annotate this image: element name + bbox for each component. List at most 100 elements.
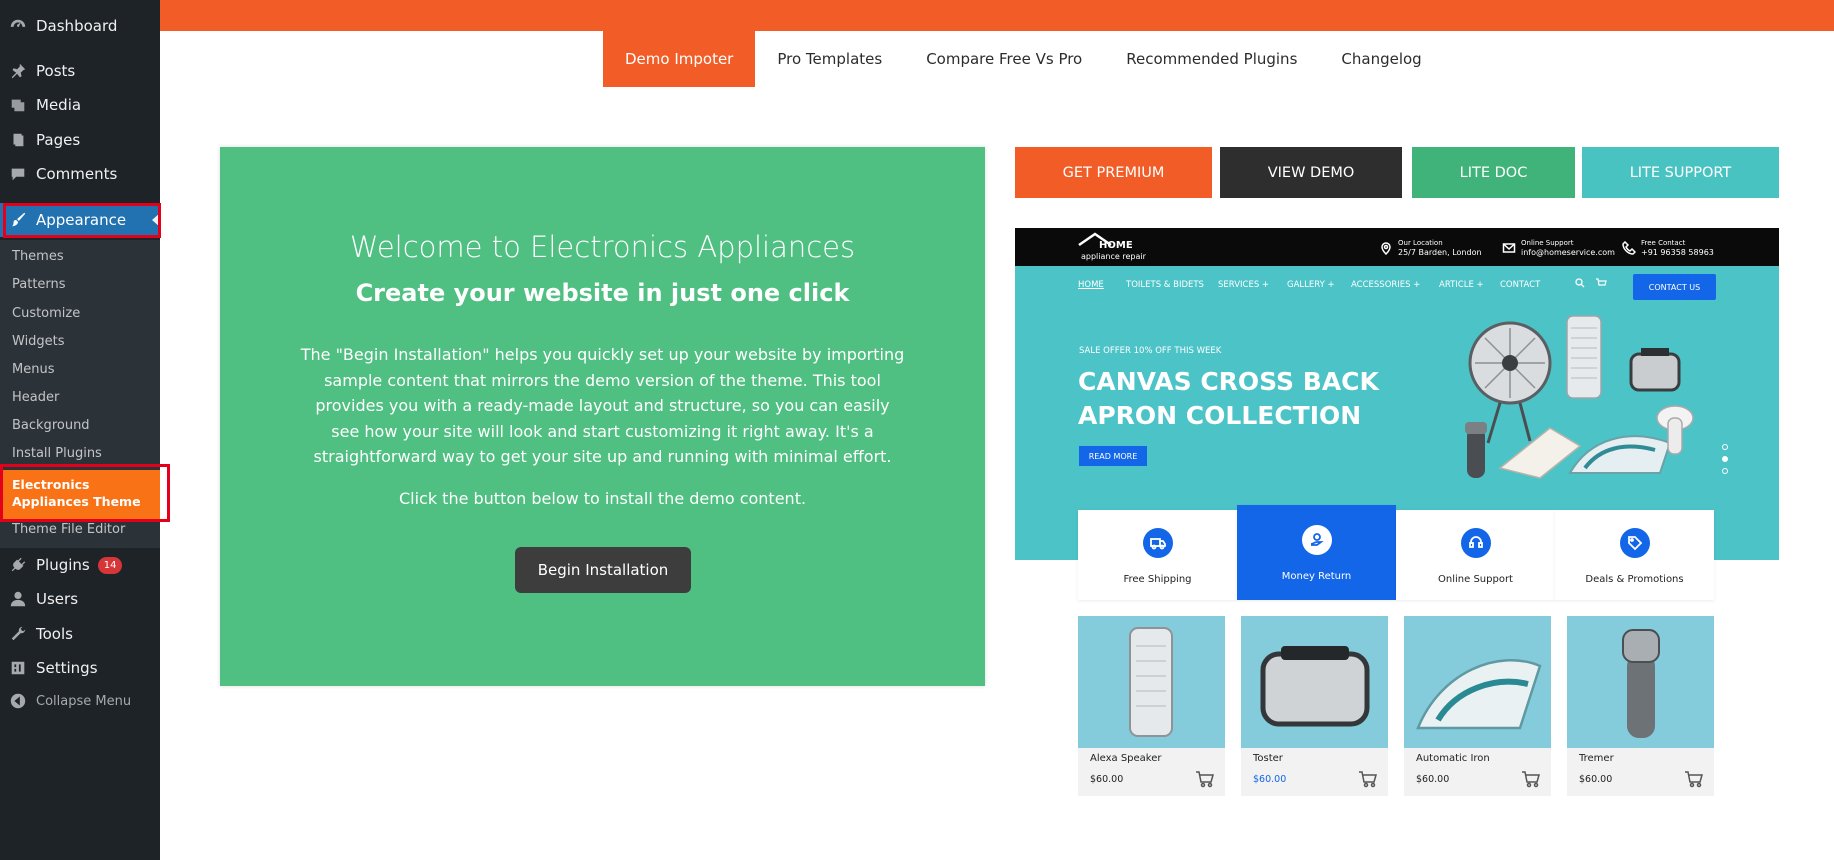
preview-search-icon [1575,278,1585,291]
users-icon [8,589,28,609]
submenu-theme-file-editor[interactable]: Theme File Editor [12,522,125,537]
app-root: Dashboard Posts Media Pages Comments App… [0,0,1834,860]
submenu-menus[interactable]: Menus [12,362,54,377]
submenu-background[interactable]: Background [12,418,90,433]
preview-logo-word: HOME [1099,240,1133,251]
preview-nav-services: SERVICES + [1218,280,1270,290]
get-premium-button[interactable]: GET PREMIUM [1015,147,1212,198]
tab-recommended-plugins[interactable]: Recommended Plugins [1104,31,1319,87]
admin-sidebar: Dashboard Posts Media Pages Comments App… [0,0,160,860]
preview-free-contact: Free Contact +91 96358 58963 [1622,238,1714,258]
menu-settings[interactable]: Settings [0,651,160,685]
begin-installation-button[interactable]: Begin Installation [515,547,691,593]
preview-online-support: Online Support info@homeservice.com [1502,238,1615,258]
product-name: Tremer [1579,753,1614,764]
deals-icon [1619,528,1650,558]
preview-cart-icon [1595,278,1607,291]
preview-logo: HOME appliance repair [1077,231,1147,263]
comment-icon [8,164,28,184]
feature-money-return: Money Return [1237,505,1396,600]
product-card: Alexa Speaker $60.00 [1078,616,1225,796]
plugins-update-badge: 14 [97,556,123,574]
slider-dot-1 [1722,444,1728,450]
submenu-install-plugins[interactable]: Install Plugins [12,446,102,461]
preview-nav-home: HOME [1078,280,1104,290]
menu-tools-label: Tools [36,625,73,643]
plugin-icon [8,555,28,575]
dashboard-icon [8,16,28,36]
panel-description: The "Begin Installation" helps you quick… [300,345,905,466]
menu-media-label: Media [36,96,82,114]
menu-posts[interactable]: Posts [0,54,160,88]
preview-logo-sub: appliance repair [1081,252,1146,261]
menu-plugins[interactable]: Plugins 14 [0,548,160,582]
submenu-themes[interactable]: Themes [12,249,64,264]
product-price: $60.00 [1253,774,1287,785]
product-price: $60.00 [1579,774,1613,785]
preview-nav-article: ARTICLE + [1439,280,1484,290]
view-demo-button[interactable]: VIEW DEMO [1220,147,1402,198]
truck-icon [1142,528,1173,558]
lite-doc-button[interactable]: LITE DOC [1412,147,1575,198]
collapse-icon [8,691,28,711]
preview-slider-dots [1722,444,1728,480]
shaver-illustration [1465,422,1487,478]
menu-users[interactable]: Users [0,582,160,616]
lite-support-button[interactable]: LITE SUPPORT [1582,147,1779,198]
submenu-header[interactable]: Header [12,390,59,405]
collapse-menu-label: Collapse Menu [36,693,132,709]
panel-subtitle: Create your website in just one click [355,279,850,307]
feature-free-shipping-label: Free Shipping [1123,574,1192,585]
add-to-cart-icon [1521,770,1541,788]
pages-icon [8,130,28,150]
panel-welcome-heading: Welcome to Electronics Appliances [349,230,856,264]
preview-appliances-illustration [1465,315,1694,479]
menu-media[interactable]: Media [0,88,160,122]
tab-compare-free-vs-pro[interactable]: Compare Free Vs Pro [904,31,1104,87]
submenu-widgets[interactable]: Widgets [12,334,65,349]
menu-settings-label: Settings [36,659,98,677]
menu-pages-label: Pages [36,131,81,149]
slider-dot-3 [1722,468,1728,474]
menu-tools[interactable]: Tools [0,617,160,651]
tab-pro-templates[interactable]: Pro Templates [755,31,904,87]
product-name: Automatic Iron [1416,753,1490,764]
collapse-menu-button[interactable]: Collapse Menu [0,684,160,718]
menu-dashboard[interactable]: Dashboard [0,9,160,43]
demo-import-panel: Welcome to Electronics Appliances Create… [220,147,985,686]
menu-pages[interactable]: Pages [0,123,160,157]
menu-comments-label: Comments [36,165,118,183]
preview-location: Our Location 25/7 Barden, London [1379,238,1482,258]
highlight-box-appearance [3,203,161,238]
product-card: Automatic Iron $60.00 [1404,616,1551,796]
tab-demo-importer[interactable]: Demo Impoter [603,31,756,87]
media-icon [8,95,28,115]
preview-nav-gallery: GALLERY + [1287,280,1335,290]
product-price: $60.00 [1090,774,1124,785]
speaker-illustration [1566,315,1602,399]
tab-changelog[interactable]: Changelog [1319,31,1443,87]
product-image-toaster [1241,616,1388,748]
preview-nav-toilets: TOILETS & BIDETS [1126,280,1204,290]
submenu-customize[interactable]: Customize [12,306,80,321]
toaster-illustration [1629,348,1681,392]
product-card: Tremer $60.00 [1567,616,1714,796]
preview-nav-contact: CONTACT [1500,280,1541,290]
product-image-speaker [1078,616,1225,748]
product-card: Toster $60.00 [1241,616,1388,796]
highlight-box-theme-page [0,464,170,522]
phone-icon [1622,240,1637,255]
envelope-icon [1502,241,1516,255]
settings-icon [8,658,28,678]
submenu-patterns[interactable]: Patterns [12,277,66,292]
preview-contact-us-button: CONTACT US [1633,274,1716,300]
feature-free-shipping: Free Shipping [1078,510,1237,600]
panel-note: Click the button below to install the de… [398,489,807,508]
feature-online-support-label: Online Support [1438,574,1513,585]
preview-top-bar: HOME appliance repair Our Location 25/7 B… [1015,228,1779,266]
preview-hero-title: CANVAS CROSS BACK APRON COLLECTION [1078,367,1379,430]
menu-comments[interactable]: Comments [0,157,160,191]
money-hand-icon [1301,525,1332,555]
iron-illustration [1568,435,1672,474]
product-image-iron [1404,616,1551,748]
